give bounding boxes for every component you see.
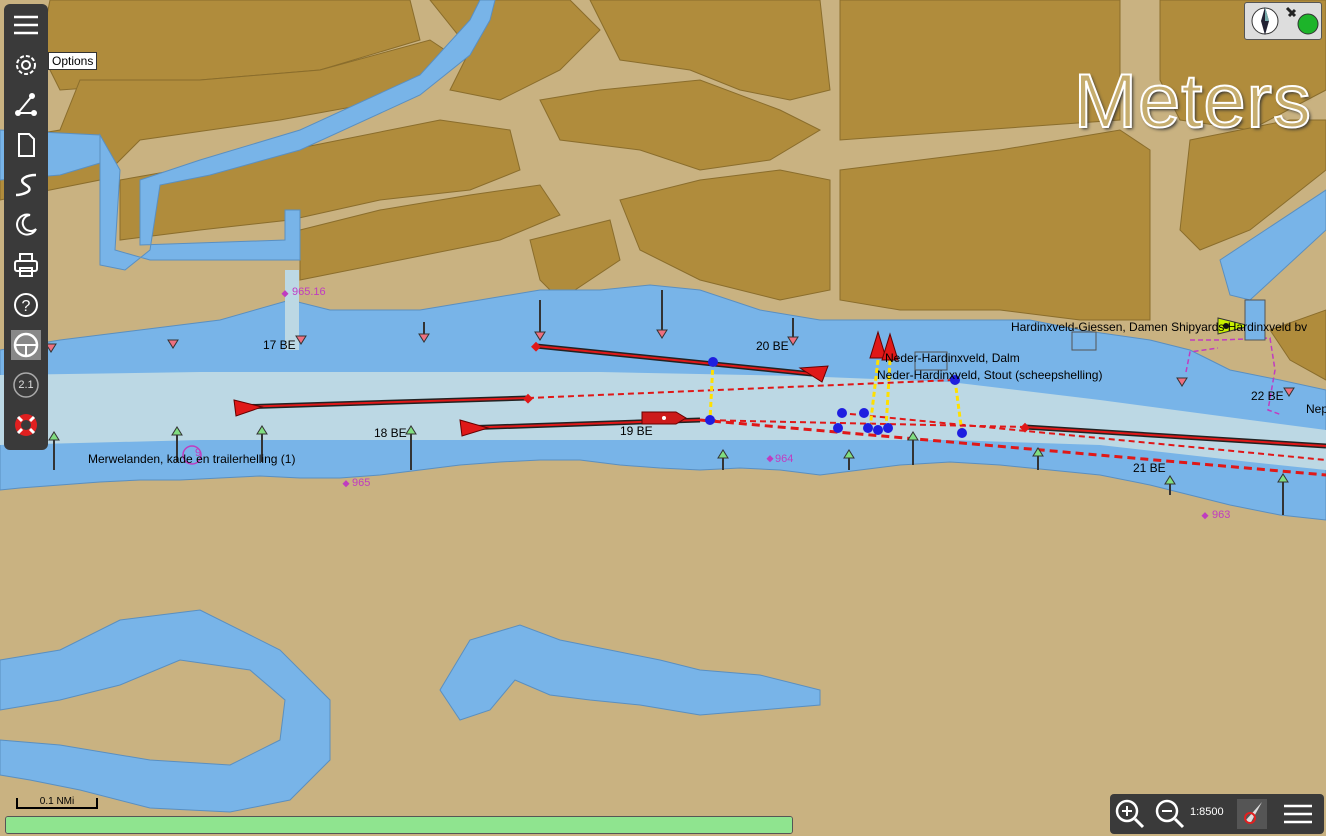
night-mode-icon: [16, 213, 37, 236]
steering-wheel-icon: [11, 330, 41, 360]
route-icon: [15, 93, 37, 116]
depth-label-9: 9: [195, 447, 202, 459]
gear-icon: [16, 55, 36, 75]
status-panel[interactable]: [1244, 2, 1322, 40]
lifebuoy-icon: [15, 414, 37, 436]
place-label-damen-shipyards[interactable]: Hardinxveld-Giessen, Damen Shipyards Har…: [1011, 320, 1307, 334]
km-label-18: 18 BE: [374, 426, 407, 440]
km-label-22: 22 BE: [1251, 389, 1284, 403]
options-button[interactable]: [8, 48, 44, 82]
svg-text:?: ?: [22, 298, 31, 315]
menu-button[interactable]: [8, 8, 44, 42]
track-icon: [15, 173, 37, 197]
documents-button[interactable]: [8, 128, 44, 162]
menu-icon: [1284, 804, 1312, 824]
compass-icon: [1237, 799, 1267, 829]
steering-button[interactable]: [8, 328, 44, 362]
scale-bar-label: 0.1 NMi: [39, 796, 75, 807]
km-label-17: 17 BE: [263, 338, 296, 352]
options-tooltip: Options: [48, 52, 98, 70]
depth-label-96516: 965.16: [292, 286, 326, 298]
lifebuoy-button[interactable]: [8, 408, 44, 442]
version-badge: 2.1: [18, 379, 34, 391]
help-icon: ?: [14, 293, 38, 317]
print-icon: [14, 253, 38, 277]
gps-status-icon: [1285, 6, 1319, 35]
km-label-21: 21 BE: [1133, 461, 1166, 475]
depth-label-963: 963: [1212, 509, 1231, 521]
zoom-out-icon: [1155, 799, 1185, 829]
place-label-stout[interactable]: Neder-Hardinxveld, Stout (scheepshelling…: [877, 368, 1102, 382]
left-toolbar: ? 2.1: [4, 4, 48, 450]
zoom-in-icon: [1115, 799, 1145, 829]
document-icon: [18, 133, 35, 157]
menu-right-button[interactable]: [1280, 797, 1316, 831]
depth-label-964: 964: [775, 453, 794, 465]
help-button[interactable]: ?: [8, 288, 44, 322]
track-button[interactable]: [8, 168, 44, 202]
compass-button[interactable]: [1234, 797, 1270, 831]
depth-units-watermark: Meters: [1073, 58, 1312, 145]
progress-bar: [5, 816, 793, 834]
version-button[interactable]: 2.1: [8, 368, 44, 402]
night-mode-button[interactable]: [8, 208, 44, 242]
place-label-nep[interactable]: Nep: [1306, 402, 1326, 416]
north-arrow-icon: [1251, 7, 1279, 35]
own-vessel[interactable]: [641, 411, 687, 425]
scale-bar: 0.1 NMi: [16, 796, 98, 809]
zoom-out-button[interactable]: [1152, 797, 1188, 831]
place-label-dalm[interactable]: Neder-Hardinxveld, Dalm: [885, 351, 1020, 365]
km-label-19: 19 BE: [620, 424, 653, 438]
bottom-toolbar: 1:8500: [1110, 794, 1324, 834]
zoom-in-button[interactable]: [1112, 797, 1148, 831]
menu-icon: [14, 15, 38, 35]
depth-label-965: 965: [352, 477, 371, 489]
print-button[interactable]: [8, 248, 44, 282]
place-label-merwelanden[interactable]: Merwelanden, kade en trailerhelling (1): [88, 452, 295, 466]
progress-fill: [6, 817, 792, 833]
km-label-20: 20 BE: [756, 339, 789, 353]
scale-ratio[interactable]: 1:8500: [1190, 806, 1224, 818]
route-button[interactable]: [8, 88, 44, 122]
